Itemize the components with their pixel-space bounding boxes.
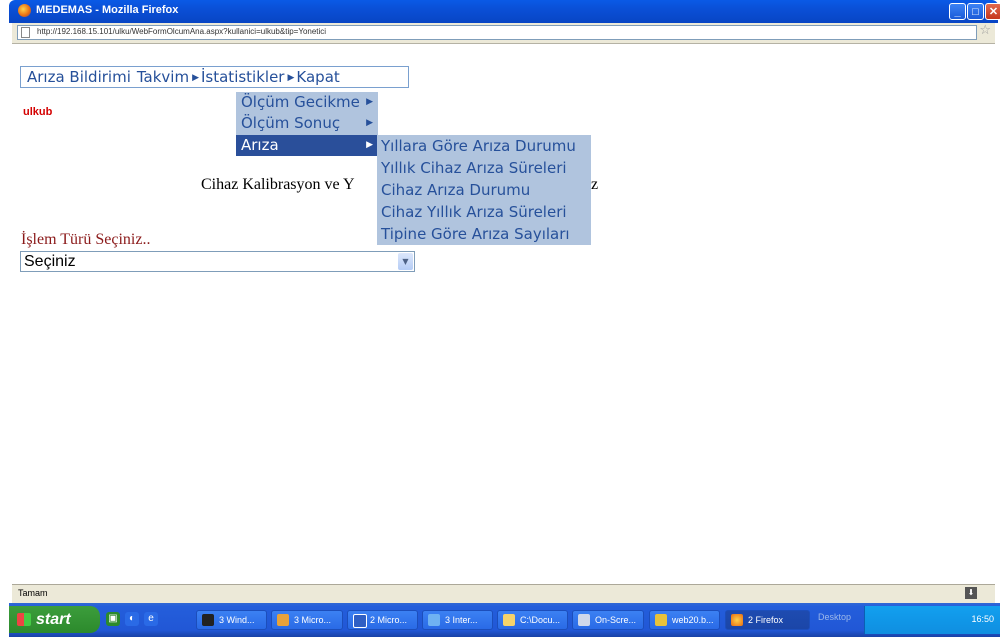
close-button[interactable]: ✕ [985, 3, 1000, 20]
taskbar-label: 3 Inter... [445, 615, 478, 625]
title-bar: MEDEMAS - Mozilla Firefox _ □ ✕ [9, 0, 1000, 23]
taskbar-label: On-Scre... [595, 615, 637, 625]
submenu-item-olcum-sonuc[interactable]: Ölçüm Sonuç ▶ [236, 113, 378, 134]
office-icon [277, 614, 289, 626]
submenu-arrow-icon: ▶ [366, 140, 373, 150]
main-menu: Arıza Bildirimi Takvim ▶ İstatistikler ▶ K… [20, 66, 409, 88]
taskbar-label: 2 Micro... [370, 615, 408, 625]
username-label: ulkub [23, 106, 53, 118]
status-text: Tamam [18, 588, 48, 598]
menu-item-takvim[interactable]: Takvim ▶ [131, 68, 201, 86]
menu-item-istatistikler[interactable]: İstatistikler ▶ [201, 68, 296, 86]
taskbar-web20[interactable]: web20.b... [649, 610, 720, 630]
word-icon [353, 614, 367, 628]
bookmark-star-icon[interactable]: ☆ [979, 24, 991, 38]
keyboard-icon [578, 614, 590, 626]
web20-icon [655, 614, 667, 626]
taskbar-label: 3 Wind... [219, 615, 255, 625]
window-title: MEDEMAS - Mozilla Firefox [36, 4, 179, 16]
taskbar-label: C:\Docu... [520, 615, 561, 625]
ie-icon [428, 614, 440, 626]
menu-item-kapat[interactable]: Kapat [296, 68, 339, 86]
submenu-item-tipine-gore-ariza-sayilari[interactable]: Tipine Göre Arıza Sayıları [377, 223, 591, 245]
start-button[interactable]: start [9, 606, 100, 633]
quicklaunch-app-icon[interactable]: ▣ [106, 612, 120, 626]
submenu-arrow-icon: ▶ [366, 97, 373, 107]
menu-item-label: Takvim [136, 68, 190, 86]
submenu-arrow-icon: ▶ [366, 118, 373, 128]
taskbar-label: web20.b... [672, 615, 714, 625]
taskbar-microsoft-2[interactable]: 2 Micro... [347, 610, 418, 630]
minimize-button[interactable]: _ [949, 3, 966, 20]
submenu-item-label: Arıza [241, 136, 279, 154]
submenu-arrow-icon: ▶ [287, 73, 295, 83]
windows-logo-icon [17, 613, 31, 626]
cmd-icon [202, 614, 214, 626]
taskbar-folder[interactable]: C:\Docu... [497, 610, 568, 630]
select-value: Seçiniz [24, 253, 76, 270]
start-label: start [36, 611, 71, 628]
page-heading: Cihaz Kalibrasyon ve Y [201, 176, 355, 193]
page-icon [21, 27, 30, 38]
submenu-arrow-icon: ▶ [192, 73, 199, 83]
submenu-item-cihaz-ariza-durumu[interactable]: Cihaz Arıza Durumu [377, 179, 591, 201]
page-content [12, 44, 995, 584]
status-bar: Tamam ⬇ [12, 584, 995, 603]
taskbar-label: 2 Firefox [748, 615, 784, 625]
taskbar-onscreen-keyboard[interactable]: On-Scre... [572, 610, 644, 630]
firefox-icon [731, 614, 743, 626]
taskbar-firefox[interactable]: 2 Firefox [725, 610, 810, 630]
submenu-item-label: Ölçüm Sonuç [241, 114, 341, 132]
taskbar-label: 3 Micro... [294, 615, 332, 625]
taskbar-microsoft-1[interactable]: 3 Micro... [271, 610, 343, 630]
taskbar-windows[interactable]: 3 Wind... [196, 610, 267, 630]
taskbar: start ▣ ◐ e 3 Wind... 3 Micro... 2 Micro… [9, 603, 1000, 637]
system-tray: 16:50 [864, 606, 1000, 634]
operation-type-select[interactable]: Seçiniz ▼ [20, 251, 415, 272]
desktop-toolbar[interactable]: Desktop [818, 612, 851, 622]
quicklaunch-ie-icon[interactable]: e [144, 612, 158, 626]
menu-item-ariza-bildirimi[interactable]: Arıza Bildirimi [21, 68, 131, 86]
operation-type-label: İşlem Türü Seçiniz.. [21, 231, 151, 248]
firefox-icon [18, 4, 31, 17]
url-field[interactable]: http://192.168.15.101/ulku/WebFormOlcumA… [17, 25, 977, 40]
address-bar: http://192.168.15.101/ulku/WebFormOlcumA… [12, 23, 995, 44]
submenu-item-label: Ölçüm Gecikme [241, 93, 360, 111]
url-text: http://192.168.15.101/ulku/WebFormOlcumA… [37, 27, 327, 36]
submenu-item-cihaz-yillik-ariza-sureleri[interactable]: Cihaz Yıllık Arıza Süreleri [377, 201, 591, 223]
statistics-submenu: Ölçüm Gecikme ▶ Ölçüm Sonuç ▶ Arıza ▶ [236, 92, 378, 156]
quicklaunch-browser-icon[interactable]: ◐ [125, 612, 139, 626]
menu-item-label: İstatistikler [201, 68, 285, 86]
clock: 16:50 [971, 614, 994, 624]
folder-icon [503, 614, 515, 626]
taskbar-internet[interactable]: 3 Inter... [422, 610, 493, 630]
ariza-submenu: Yıllara Göre Arıza Durumu Yıllık Cihaz A… [377, 135, 591, 245]
chevron-down-icon[interactable]: ▼ [398, 253, 413, 270]
submenu-item-ariza[interactable]: Arıza ▶ [236, 135, 378, 156]
maximize-button[interactable]: □ [967, 3, 984, 20]
submenu-item-yillik-cihaz-ariza-sureleri[interactable]: Yıllık Cihaz Arıza Süreleri [377, 157, 591, 179]
submenu-item-olcum-gecikme[interactable]: Ölçüm Gecikme ▶ [236, 92, 378, 113]
submenu-item-yillara-gore-ariza-durumu[interactable]: Yıllara Göre Arıza Durumu [377, 135, 591, 157]
page-heading-end: z [591, 176, 599, 193]
download-icon[interactable]: ⬇ [965, 587, 977, 599]
